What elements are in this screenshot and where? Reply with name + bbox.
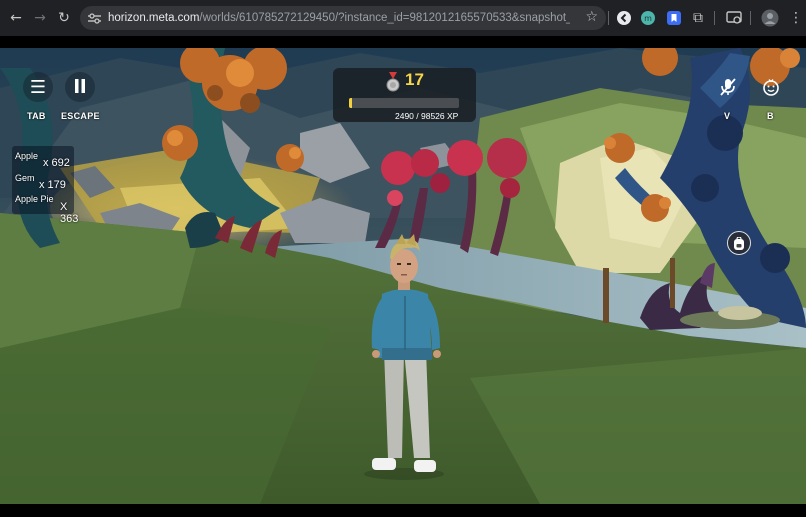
inventory-item-count: x 692 xyxy=(43,157,70,169)
forward-button[interactable]: → xyxy=(28,6,52,30)
toolbar-divider xyxy=(714,11,715,25)
toolbar-divider xyxy=(750,11,751,25)
b-key-label: B xyxy=(767,111,774,121)
pause-icon xyxy=(74,77,86,98)
smiley-icon xyxy=(763,79,779,96)
address-bar[interactable]: horizon.meta.com/worlds/610785272129450/… xyxy=(80,6,606,30)
more-menu-icon[interactable]: ⋮ xyxy=(786,8,806,28)
emote-button[interactable] xyxy=(756,72,786,102)
hamburger-icon: ☰ xyxy=(29,76,47,98)
arrow-left-icon: ← xyxy=(10,10,22,26)
extension-m-icon[interactable]: m xyxy=(638,8,658,28)
browser-toolbar: ← → ↻ horizon.meta.com/worlds/6107852721… xyxy=(0,0,806,36)
mic-toggle-button[interactable] xyxy=(713,72,743,102)
tune-icon[interactable] xyxy=(86,10,102,26)
inventory-item-count: x 179 xyxy=(39,179,66,191)
xp-text: 2490 / 98526 XP xyxy=(395,111,459,121)
backpack-icon xyxy=(734,236,744,250)
reload-icon: ↻ xyxy=(58,10,70,26)
xp-progress-bar xyxy=(349,98,459,108)
inventory-panel: Apple x 692 Gem x 179 Apple Pie X 363 xyxy=(12,146,78,225)
profile-avatar-icon[interactable] xyxy=(760,8,780,28)
cast-icon[interactable] xyxy=(724,8,744,28)
url-path: /worlds/610785272129450/?instance_id=981… xyxy=(199,12,570,24)
url-text[interactable]: horizon.meta.com/worlds/610785272129450/… xyxy=(108,12,570,24)
star-icon[interactable]: ☆ xyxy=(585,9,598,25)
reload-button[interactable]: ↻ xyxy=(52,6,76,30)
page-bottom-margin xyxy=(0,504,806,517)
pause-button[interactable] xyxy=(65,72,95,102)
bookmark-extension-icon[interactable] xyxy=(664,8,684,28)
url-host: horizon.meta.com xyxy=(108,12,200,24)
xp-progress-fill xyxy=(349,98,353,108)
v-key-label: V xyxy=(724,111,731,121)
back-button[interactable]: ← xyxy=(4,6,28,30)
extension-back-icon[interactable] xyxy=(614,8,634,28)
player-level: 17 xyxy=(405,70,424,89)
inventory-item-name: Apple Pie xyxy=(15,194,54,204)
game-viewport[interactable]: ☰ TAB ESCAPE Apple x 692 Gem x 179 Apple… xyxy=(0,48,806,504)
medal-icon xyxy=(386,72,400,92)
svg-text:m: m xyxy=(644,14,652,23)
menu-button[interactable]: ☰ xyxy=(23,72,53,102)
page-top-margin xyxy=(0,36,806,48)
tab-key-label: TAB xyxy=(27,111,46,121)
puzzle-icon[interactable]: ⧉ xyxy=(688,8,708,28)
inventory-item-count: X 363 xyxy=(60,201,79,225)
inventory-item-name: Apple xyxy=(15,151,39,161)
arrow-right-icon: → xyxy=(34,10,46,26)
mic-muted-icon xyxy=(720,78,736,96)
escape-key-label: ESCAPE xyxy=(61,111,100,121)
inventory-item-name: Gem xyxy=(15,173,35,183)
level-panel: 17 2490 / 98526 XP xyxy=(333,68,476,122)
toolbar-divider xyxy=(608,11,609,25)
backpack-button[interactable] xyxy=(727,231,751,255)
